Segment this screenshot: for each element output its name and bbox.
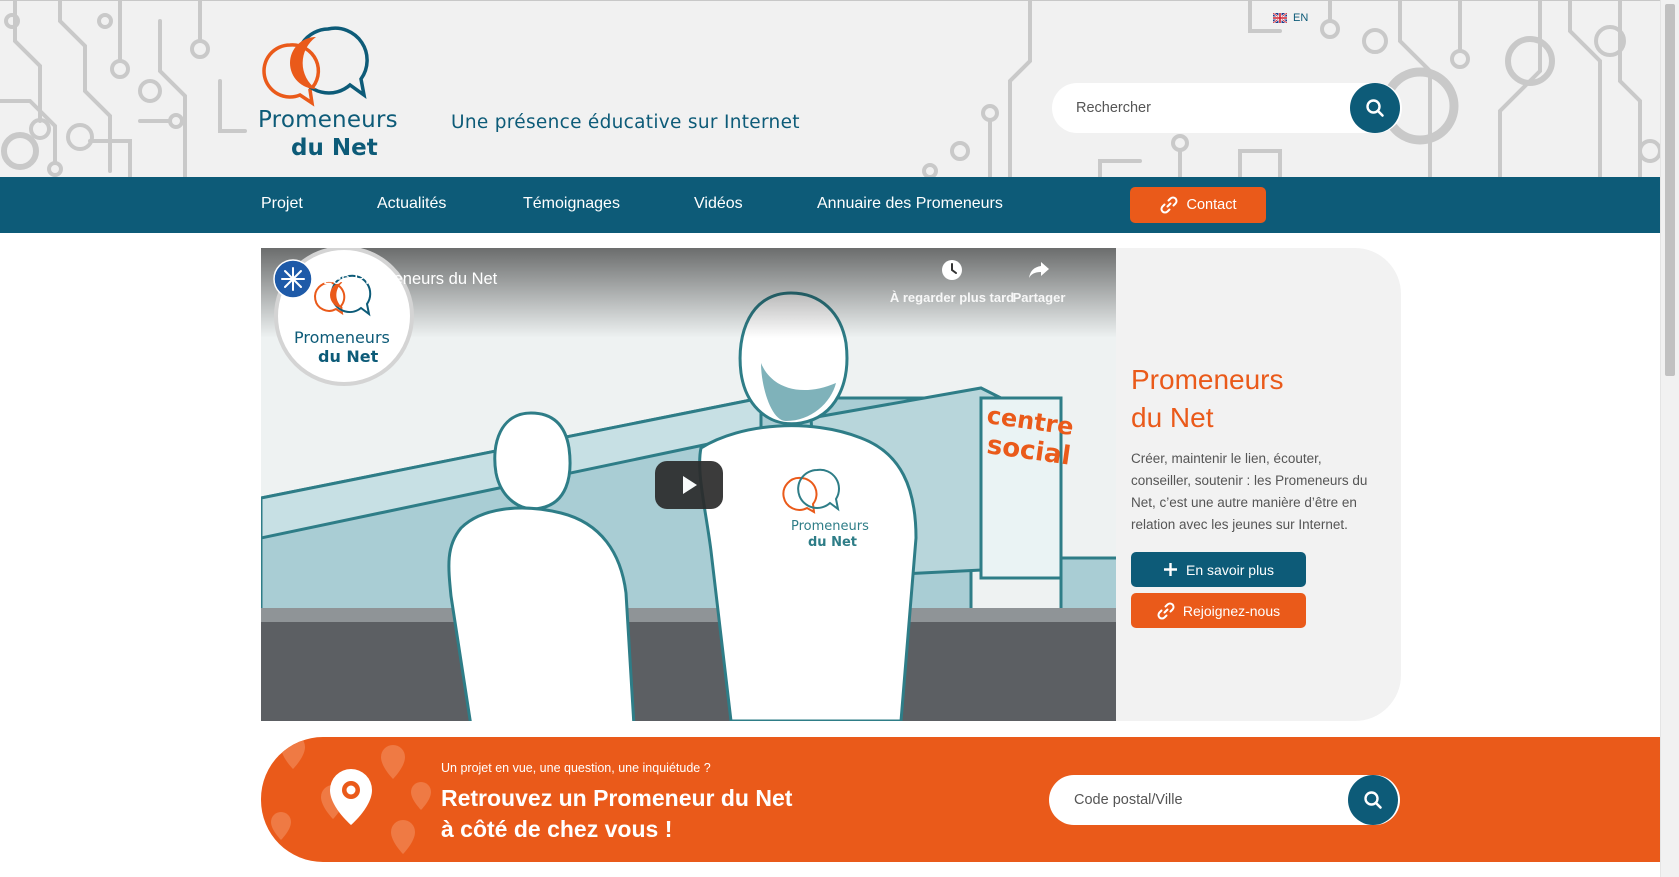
logo-text-line1: Promeneurs [258, 107, 398, 133]
share-label: Partager [1012, 290, 1066, 305]
contact-button[interactable]: Contact [1130, 187, 1266, 223]
shirt-text-line1: Promeneurs [791, 519, 869, 534]
join-us-button[interactable]: Rejoignez-nous [1131, 593, 1306, 628]
nav-item-annuaire[interactable]: Annuaire des Promeneurs [817, 195, 1003, 213]
plus-icon [1164, 563, 1178, 576]
finder-search [1049, 775, 1400, 825]
scrollbar-thumb[interactable] [1665, 4, 1675, 376]
learn-more-button[interactable]: En savoir plus [1131, 552, 1306, 587]
page-scrollbar[interactable] [1660, 0, 1679, 877]
search-icon [1364, 791, 1382, 809]
page: Promeneurs du Net Une présence éducative… [0, 0, 1679, 877]
intro-text: Créer, maintenir le lien, écouter, conse… [1131, 451, 1368, 532]
finder-subtitle: Un projet en vue, une question, une inqu… [441, 761, 711, 775]
join-us-label: Rejoignez-nous [1182, 602, 1281, 619]
map-pin-icon [330, 769, 372, 825]
intro-title-line1: Promeneurs [1131, 364, 1284, 395]
play-button[interactable] [655, 461, 723, 509]
finder-title: Retrouvez un Promeneur du Net à côté de … [441, 783, 792, 845]
badge-text-line2: du Net [318, 347, 379, 366]
link-icon [1157, 601, 1175, 620]
search-icon [1366, 99, 1384, 117]
shirt-text-line2: du Net [808, 535, 857, 550]
nav-item-temoignages[interactable]: Témoignages [523, 195, 620, 213]
postal-code-input[interactable] [1074, 775, 1334, 825]
logo-text-line2: du Net [291, 135, 378, 161]
nav-item-videos[interactable]: Vidéos [694, 195, 743, 213]
contact-label: Contact [1186, 197, 1237, 213]
language-label: EN [1293, 12, 1309, 24]
intro-title-line2: du Net [1131, 402, 1214, 433]
intro-panel: Promeneurs du Net Créer, maintenir le li… [1116, 248, 1401, 721]
finder-title-line1: Retrouvez un Promeneur du Net [441, 785, 793, 811]
main-nav: Projet Actualités Témoignages Vidéos Ann… [0, 177, 1660, 233]
uk-flag-icon [1273, 13, 1287, 23]
video-player[interactable]: centre social Promeneurs du Net Promeneu… [261, 248, 1116, 721]
share-button[interactable]: Partager [1004, 259, 1074, 305]
watch-later-label: À regarder plus tard [889, 290, 1015, 305]
promeneur-finder: Un projet en vue, une question, une inqu… [261, 737, 1660, 862]
nav-item-actualites[interactable]: Actualités [377, 195, 446, 213]
video-title[interactable]: Les Promeneurs du Net [323, 270, 497, 289]
watch-later-button[interactable]: À regarder plus tard [887, 259, 1017, 305]
nav-item-projet[interactable]: Projet [261, 195, 303, 213]
play-icon [683, 476, 697, 494]
site-search [1052, 83, 1402, 133]
finder-title-line2: à côté de chez vous ! [441, 816, 673, 842]
badge-text-line1: Promeneurs [294, 328, 390, 347]
site-tagline: Une présence éducative sur Internet [451, 112, 800, 133]
learn-more-label: En savoir plus [1186, 561, 1274, 578]
site-header: Promeneurs du Net Une présence éducative… [0, 0, 1660, 177]
share-arrow-icon [1029, 262, 1049, 278]
search-button[interactable] [1350, 83, 1400, 133]
clock-icon [942, 260, 962, 280]
search-input[interactable] [1076, 83, 1336, 133]
circuit-background [0, 1, 1660, 177]
language-switch[interactable]: EN [1273, 12, 1308, 24]
link-icon [1159, 196, 1178, 214]
finder-search-button[interactable] [1348, 775, 1398, 825]
